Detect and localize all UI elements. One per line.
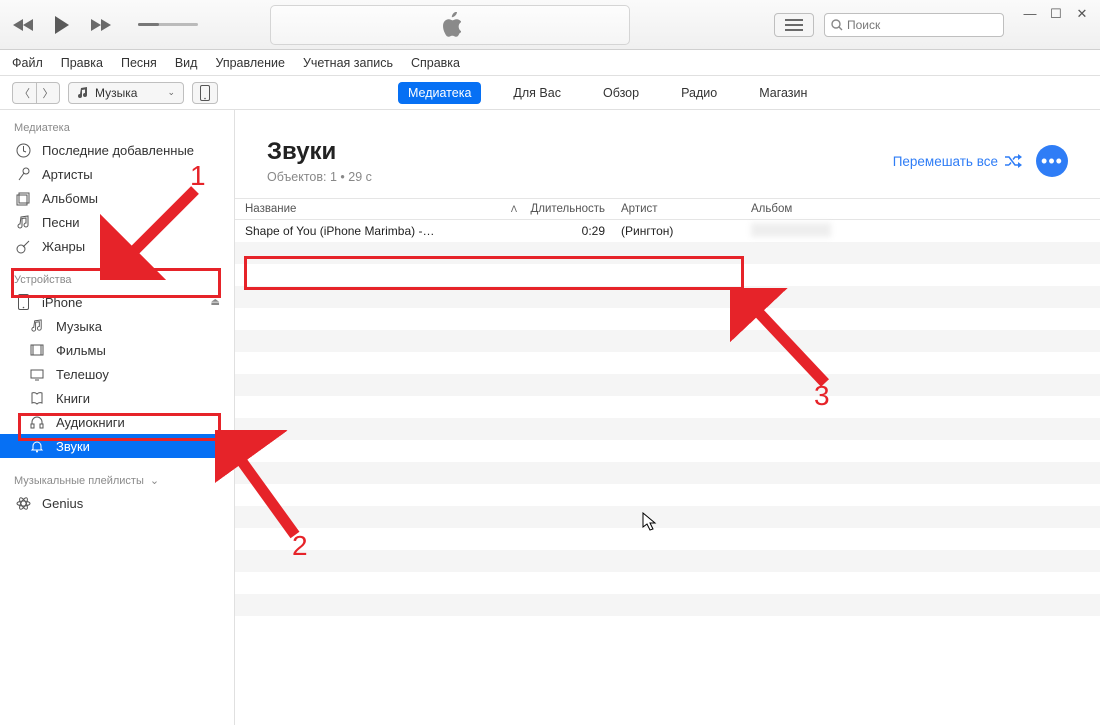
list-view-button[interactable] bbox=[774, 13, 814, 37]
sidebar-item-label: Последние добавленные bbox=[42, 143, 194, 158]
menu-bar: Файл Правка Песня Вид Управление Учетная… bbox=[0, 50, 1100, 76]
menu-file[interactable]: Файл bbox=[12, 56, 43, 70]
sidebar-item-label: Книги bbox=[56, 391, 90, 406]
menu-view[interactable]: Вид bbox=[175, 56, 198, 70]
music-note-icon bbox=[77, 87, 89, 99]
shuffle-all-button[interactable]: Перемешать все bbox=[893, 154, 1022, 169]
menu-edit[interactable]: Правка bbox=[61, 56, 103, 70]
maximize-button[interactable]: ☐ bbox=[1048, 6, 1064, 22]
apple-logo-icon bbox=[439, 12, 461, 38]
book-icon bbox=[28, 391, 46, 405]
search-icon bbox=[831, 19, 843, 31]
close-button[interactable]: ✕ bbox=[1074, 6, 1090, 22]
sidebar-item-label: Артисты bbox=[42, 167, 93, 182]
headphones-icon bbox=[28, 415, 46, 429]
volume-slider[interactable] bbox=[138, 23, 198, 26]
table-row[interactable]: Shape of You (iPhone Marimba) -… 0:29 (Р… bbox=[235, 220, 1100, 242]
guitar-icon bbox=[14, 239, 32, 254]
nav-forward-button[interactable]: 〉 bbox=[36, 82, 60, 104]
sidebar-item-movies[interactable]: Фильмы bbox=[0, 338, 234, 362]
sidebar-item-label: Аудиокниги bbox=[56, 415, 125, 430]
sidebar-item-recent[interactable]: Последние добавленные bbox=[0, 138, 234, 162]
prev-track-button[interactable] bbox=[10, 11, 38, 39]
column-duration[interactable]: Длительность bbox=[525, 203, 615, 215]
cell-name: Shape of You (iPhone Marimba) -… bbox=[235, 224, 525, 238]
page-subtitle: Объектов: 1 • 29 с bbox=[267, 170, 372, 184]
sidebar-item-books[interactable]: Книги bbox=[0, 386, 234, 410]
sidebar-item-label: Жанры bbox=[42, 239, 85, 254]
sidebar-item-label: Телешоу bbox=[56, 367, 109, 382]
tab-foryou[interactable]: Для Вас bbox=[503, 82, 571, 104]
album-icon bbox=[14, 191, 32, 206]
sidebar-item-label: Genius bbox=[42, 496, 83, 511]
sort-indicator-icon: ᐱ bbox=[511, 204, 517, 215]
bell-icon bbox=[28, 439, 46, 453]
cell-artist: (Рингтон) bbox=[615, 224, 745, 238]
content-pane: Звуки Объектов: 1 • 29 с Перемешать все … bbox=[235, 110, 1100, 725]
column-album[interactable]: Альбом bbox=[745, 203, 875, 215]
chevron-down-icon: ⌄ bbox=[167, 87, 175, 98]
note-icon bbox=[14, 215, 32, 230]
sidebar: Медиатека Последние добавленные Артисты … bbox=[0, 110, 235, 725]
tab-library[interactable]: Медиатека bbox=[398, 82, 481, 104]
column-name[interactable]: Название ᐱ bbox=[235, 203, 525, 215]
sidebar-devices-header: Устройства bbox=[0, 268, 234, 290]
sidebar-item-label: Музыка bbox=[56, 319, 102, 334]
menu-controls[interactable]: Управление bbox=[215, 56, 285, 70]
cell-duration: 0:29 bbox=[525, 224, 615, 238]
note-icon bbox=[28, 319, 46, 333]
media-picker-label: Музыка bbox=[95, 86, 137, 100]
sidebar-item-label: iPhone bbox=[42, 295, 82, 310]
sidebar-item-music[interactable]: Музыка bbox=[0, 314, 234, 338]
nav-back-button[interactable]: 〈 bbox=[12, 82, 36, 104]
sidebar-item-audiobooks[interactable]: Аудиокниги bbox=[0, 410, 234, 434]
sidebar-item-genius[interactable]: Genius bbox=[0, 491, 234, 515]
mic-icon bbox=[14, 167, 32, 182]
phone-icon bbox=[14, 294, 32, 310]
tab-radio[interactable]: Радио bbox=[671, 82, 727, 104]
tv-icon bbox=[28, 367, 46, 381]
more-options-button[interactable]: ••• bbox=[1036, 145, 1068, 177]
page-title: Звуки bbox=[267, 138, 372, 166]
phone-icon bbox=[200, 85, 210, 101]
sidebar-item-label: Песни bbox=[42, 215, 80, 230]
sidebar-item-genres[interactable]: Жанры bbox=[0, 234, 234, 258]
sidebar-item-label: Фильмы bbox=[56, 343, 106, 358]
now-playing-display bbox=[270, 5, 630, 45]
sidebar-library-header: Медиатека bbox=[0, 116, 234, 138]
menu-account[interactable]: Учетная запись bbox=[303, 56, 393, 70]
next-track-button[interactable] bbox=[86, 11, 114, 39]
menu-help[interactable]: Справка bbox=[411, 56, 460, 70]
sidebar-playlists-header[interactable]: Музыкальные плейлисты ⌄ bbox=[0, 468, 234, 491]
minimize-button[interactable]: — bbox=[1022, 6, 1038, 22]
play-button[interactable] bbox=[48, 11, 76, 39]
tab-browse[interactable]: Обзор bbox=[593, 82, 649, 104]
sidebar-item-tvshows[interactable]: Телешоу bbox=[0, 362, 234, 386]
cell-album bbox=[745, 223, 875, 240]
device-button[interactable] bbox=[192, 82, 218, 104]
sidebar-item-label: Звуки bbox=[56, 439, 90, 454]
chevron-down-icon: ⌄ bbox=[150, 475, 159, 487]
tab-store[interactable]: Магазин bbox=[749, 82, 817, 104]
search-placeholder: Поиск bbox=[847, 18, 880, 32]
eject-icon[interactable]: ⏏ bbox=[211, 297, 220, 308]
media-type-picker[interactable]: Музыка ⌄ bbox=[68, 82, 184, 104]
sidebar-item-iphone[interactable]: iPhone ⏏ bbox=[0, 290, 234, 314]
sidebar-item-label: Альбомы bbox=[42, 191, 98, 206]
sidebar-item-albums[interactable]: Альбомы bbox=[0, 186, 234, 210]
sidebar-item-sounds[interactable]: Звуки bbox=[0, 434, 234, 458]
menu-song[interactable]: Песня bbox=[121, 56, 157, 70]
search-input[interactable]: Поиск bbox=[824, 13, 1004, 37]
shuffle-label: Перемешать все bbox=[893, 154, 998, 169]
sidebar-item-artists[interactable]: Артисты bbox=[0, 162, 234, 186]
column-artist[interactable]: Артист bbox=[615, 203, 745, 215]
track-list: Shape of You (iPhone Marimba) -… 0:29 (Р… bbox=[235, 220, 1100, 725]
film-icon bbox=[28, 343, 46, 357]
shuffle-icon bbox=[1004, 154, 1022, 168]
sidebar-item-songs[interactable]: Песни bbox=[0, 210, 234, 234]
clock-icon bbox=[14, 143, 32, 158]
mouse-cursor-icon bbox=[642, 512, 658, 532]
atom-icon bbox=[14, 496, 32, 511]
table-header: Название ᐱ Длительность Артист Альбом bbox=[235, 198, 1100, 220]
